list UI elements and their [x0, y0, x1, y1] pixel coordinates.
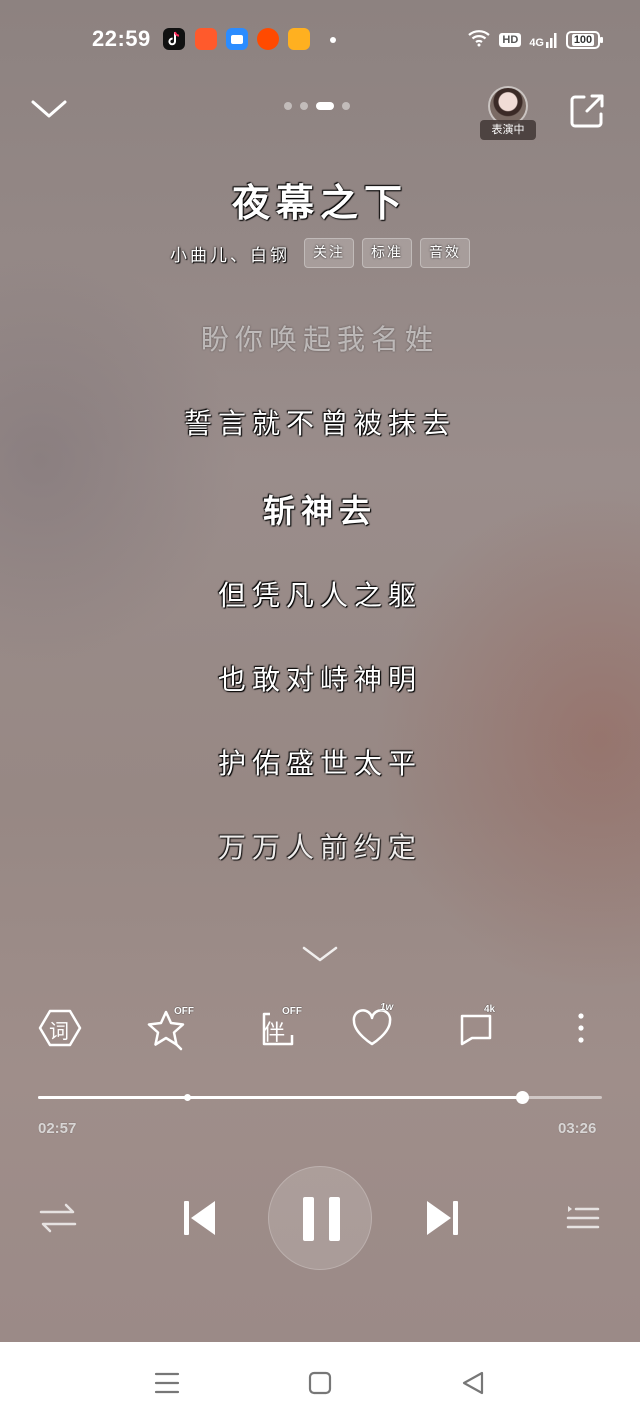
status-bar: 22:59 HD 4G 100	[0, 20, 640, 60]
favorite-button[interactable]: OFF	[140, 1004, 196, 1052]
page-indicator[interactable]	[284, 102, 350, 110]
lyric-line[interactable]: 誓言就不曾被抹去	[0, 402, 640, 442]
avatar-label: 表演中	[480, 120, 536, 140]
expand-lyrics-button[interactable]	[300, 942, 340, 966]
network-type: 4G	[529, 37, 544, 49]
recent-apps-button[interactable]	[152, 1368, 182, 1398]
share-button[interactable]	[568, 92, 606, 130]
pause-button[interactable]	[268, 1166, 372, 1270]
cellular-signal: 4G	[529, 32, 558, 49]
home-button[interactable]	[305, 1368, 335, 1398]
square-home-icon	[308, 1371, 332, 1395]
lyric-line[interactable]: 但凭凡人之躯	[0, 574, 640, 614]
battery-level: 100	[571, 34, 595, 46]
collapse-button[interactable]	[28, 92, 70, 126]
progress-marker	[184, 1094, 192, 1101]
tiktok-icon	[163, 28, 185, 50]
lyric-line[interactable]: 万万人前约定	[0, 826, 640, 866]
accompaniment-off-badge: OFF	[282, 1006, 302, 1017]
progress-fill	[38, 1096, 523, 1099]
playlist-icon	[566, 1206, 600, 1229]
menu-icon	[154, 1372, 180, 1394]
song-meta-row: 小曲儿、白钢 关注 标准 音效	[0, 238, 640, 268]
hd-badge: HD	[499, 33, 522, 47]
taobao-app-icon	[257, 28, 279, 50]
playlist-button[interactable]	[564, 1200, 604, 1240]
status-time: 22:59	[92, 26, 151, 51]
game-app-icon	[288, 28, 310, 50]
accompaniment-button[interactable]: 伴 OFF	[252, 1004, 308, 1052]
battery-indicator: 100	[566, 31, 603, 49]
share-icon	[570, 94, 604, 128]
progress-thumb[interactable]	[516, 1091, 530, 1104]
song-title: 夜幕之下	[231, 180, 408, 225]
back-triangle-icon	[462, 1371, 484, 1395]
lyric-line[interactable]: 护佑盛世太平	[0, 742, 640, 782]
playback-controls	[0, 1166, 640, 1272]
more-notifications-dot	[330, 37, 336, 43]
comments-button[interactable]: 4k	[450, 1004, 506, 1052]
comment-count: 4k	[484, 1004, 496, 1015]
more-options-button[interactable]	[556, 1004, 612, 1052]
quality-button[interactable]: 标准	[362, 238, 412, 268]
wifi-icon	[467, 29, 491, 51]
skip-next-icon	[427, 1201, 458, 1235]
like-count: 1w	[380, 1002, 394, 1013]
like-button[interactable]: 1w	[344, 1002, 400, 1052]
lyric-line[interactable]: 也敢对峙神明	[0, 658, 640, 698]
lyrics-icon-label: 词	[49, 1019, 69, 1043]
total-duration: 03:26	[558, 1120, 597, 1137]
skip-previous-icon	[184, 1201, 215, 1235]
page-dot	[342, 102, 350, 110]
page-dot	[300, 102, 308, 110]
lyrics-mode-button[interactable]: 词	[32, 1004, 88, 1052]
sequential-play-icon	[39, 1203, 77, 1233]
chevron-down-icon	[302, 946, 338, 962]
player-screen: 22:59 HD 4G 100 表演中 夜幕之下 小曲儿、白钢 关注 标准 音效…	[0, 0, 640, 1342]
performer-avatar-button[interactable]: 表演中	[480, 86, 536, 140]
signal-bars-icon	[546, 33, 557, 48]
favorite-off-badge: OFF	[174, 1006, 194, 1017]
lyric-line-current[interactable]: 斩神去	[0, 486, 640, 532]
player-header: 表演中	[0, 80, 640, 140]
heart-icon	[352, 1009, 392, 1046]
back-button[interactable]	[458, 1368, 488, 1398]
lyric-line[interactable]: 盼你唤起我名姓	[0, 318, 640, 358]
chevron-down-icon	[31, 100, 67, 118]
previous-track-button[interactable]	[180, 1198, 220, 1242]
artist-names[interactable]: 小曲儿、白钢	[170, 241, 290, 266]
system-navigation-bar	[0, 1342, 640, 1422]
follow-button[interactable]: 关注	[304, 238, 354, 268]
pause-icon	[303, 1197, 340, 1241]
accompaniment-icon-label: 伴	[263, 1021, 286, 1046]
lyrics-panel[interactable]: 盼你唤起我名姓 誓言就不曾被抹去 斩神去 但凭凡人之躯 也敢对峙神明 护佑盛世太…	[0, 300, 640, 920]
status-indicators: HD 4G 100	[467, 28, 603, 52]
page-dot	[284, 102, 292, 110]
play-mode-button[interactable]	[38, 1200, 78, 1240]
next-track-button[interactable]	[422, 1198, 462, 1242]
progress-slider[interactable]	[38, 1091, 602, 1104]
elapsed-time: 02:57	[38, 1120, 77, 1137]
page-dot-active	[316, 102, 334, 110]
shopping-app-icon	[195, 28, 217, 50]
sound-effect-button[interactable]: 音效	[420, 238, 470, 268]
folder-app-icon	[226, 28, 248, 50]
more-vertical-icon	[578, 1013, 584, 1043]
action-bar: 词 OFF 伴 OFF 1w 4k	[0, 1000, 640, 1056]
